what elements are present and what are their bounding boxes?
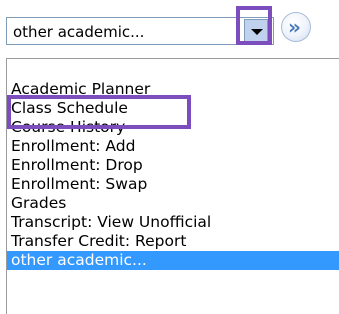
option-transcript-view-unofficial[interactable]: Transcript: View Unofficial <box>11 213 211 232</box>
select-value: other academic... <box>13 23 145 41</box>
option-other-academic-selected[interactable]: other academic... <box>7 251 339 270</box>
go-button[interactable]: » <box>281 12 311 42</box>
option-grades[interactable]: Grades <box>11 194 66 213</box>
option-enrollment-add[interactable]: Enrollment: Add <box>11 137 135 156</box>
class-schedule-highlight <box>7 95 191 129</box>
academic-select[interactable]: other academic... <box>6 17 274 45</box>
option-transfer-credit-report[interactable]: Transfer Credit: Report <box>11 232 186 251</box>
option-enrollment-drop[interactable]: Enrollment: Drop <box>11 156 143 175</box>
dropdown-button-highlight <box>236 6 272 45</box>
option-enrollment-swap[interactable]: Enrollment: Swap <box>11 175 147 194</box>
double-chevron-right-icon: » <box>288 15 301 39</box>
